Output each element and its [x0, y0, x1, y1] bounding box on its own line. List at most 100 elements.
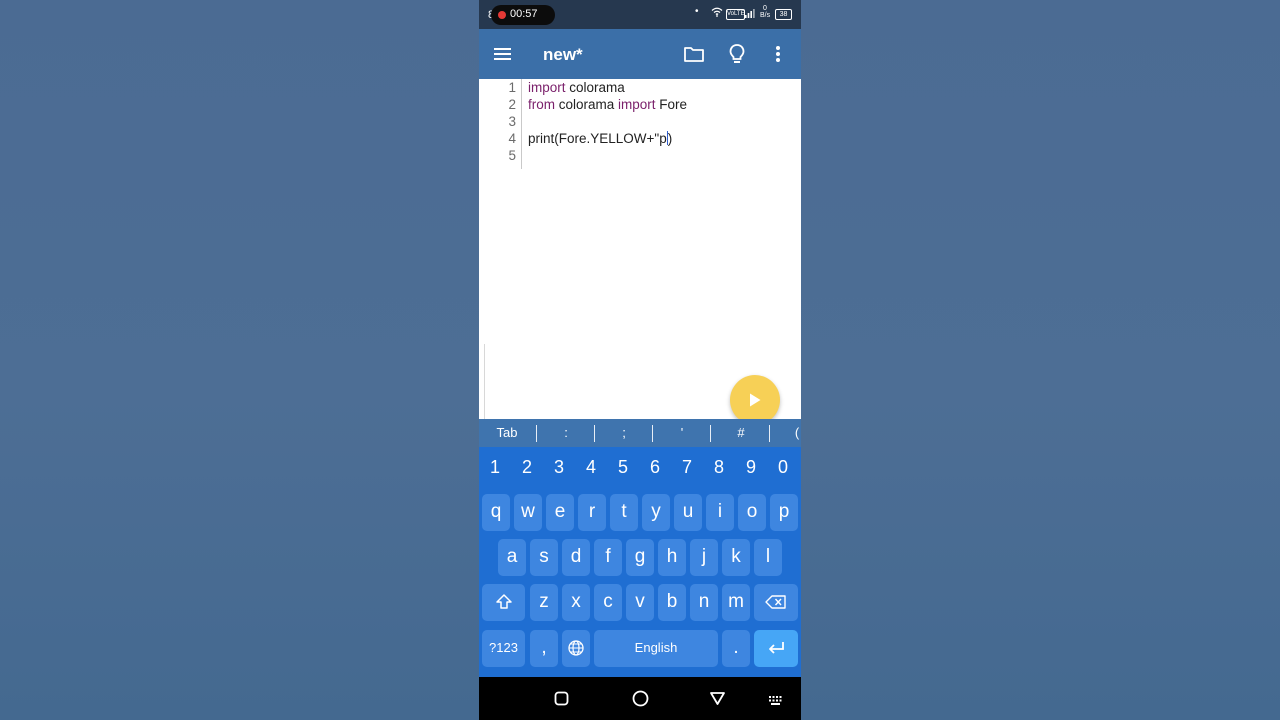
more-vert-icon[interactable]: [775, 43, 781, 65]
code-line-1[interactable]: import colorama: [528, 80, 625, 95]
key-s[interactable]: s: [530, 539, 558, 576]
keyword: import: [528, 80, 566, 95]
key-1[interactable]: 1: [479, 457, 511, 478]
code-editor[interactable]: 1 2 3 4 5 import colorama from colorama …: [479, 79, 801, 425]
key-a[interactable]: a: [498, 539, 526, 576]
key-e[interactable]: e: [546, 494, 574, 531]
key-6[interactable]: 6: [639, 457, 671, 478]
wifi-icon: [711, 7, 723, 19]
symbol-key-hash[interactable]: #: [721, 425, 761, 440]
key-h[interactable]: h: [658, 539, 686, 576]
keyboard-switch-icon[interactable]: [768, 693, 784, 711]
line-number: 4: [508, 131, 516, 146]
back-triangle-icon[interactable]: [709, 691, 726, 711]
home-circle-icon[interactable]: [632, 690, 649, 712]
recents-square-icon[interactable]: [554, 691, 569, 711]
symbol-key-tab[interactable]: Tab: [487, 425, 527, 440]
key-v[interactable]: v: [626, 584, 654, 621]
key-7[interactable]: 7: [671, 457, 703, 478]
globe-icon: [568, 640, 584, 656]
volte-badge: VoLTE: [726, 9, 745, 20]
key-8[interactable]: 8: [703, 457, 735, 478]
key-n[interactable]: n: [690, 584, 718, 621]
key-r[interactable]: r: [578, 494, 606, 531]
key-x[interactable]: x: [562, 584, 590, 621]
shift-key[interactable]: [482, 584, 525, 621]
key-d[interactable]: d: [562, 539, 590, 576]
key-0[interactable]: 0: [767, 457, 799, 478]
status-bar: 8 00:57 • VoLTE 0B/s 38: [479, 0, 801, 29]
key-l[interactable]: l: [754, 539, 782, 576]
divider: [652, 425, 653, 442]
divider: [769, 425, 770, 442]
divider: [594, 425, 595, 442]
symbol-key-paren[interactable]: (: [791, 425, 801, 440]
system-navigation-bar: [479, 677, 801, 720]
drawer-handle[interactable]: [479, 344, 485, 424]
space-key[interactable]: English: [594, 630, 718, 667]
key-4[interactable]: 4: [575, 457, 607, 478]
lightbulb-icon[interactable]: [728, 43, 746, 65]
document-title: new*: [543, 45, 583, 64]
key-u[interactable]: u: [674, 494, 702, 531]
comma-key[interactable]: ,: [530, 630, 558, 667]
key-z[interactable]: z: [530, 584, 558, 621]
divider: [710, 425, 711, 442]
line-number: 1: [508, 80, 516, 95]
run-button[interactable]: [730, 375, 780, 425]
key-p[interactable]: p: [770, 494, 798, 531]
symbol-key-semicolon[interactable]: ;: [604, 425, 644, 440]
key-m[interactable]: m: [722, 584, 750, 621]
divider: [536, 425, 537, 442]
code-text: print(Fore.YELLOW+"p: [528, 131, 667, 146]
key-i[interactable]: i: [706, 494, 734, 531]
key-b[interactable]: b: [658, 584, 686, 621]
key-5[interactable]: 5: [607, 457, 639, 478]
code-line-4[interactable]: print(Fore.YELLOW+"p): [528, 131, 672, 146]
key-q[interactable]: q: [482, 494, 510, 531]
key-g[interactable]: g: [626, 539, 654, 576]
line-number: 3: [508, 114, 516, 129]
key-2[interactable]: 2: [511, 457, 543, 478]
notification-dot-icon: •: [695, 6, 699, 17]
code-text: Fore: [655, 97, 688, 112]
screen-recording-chip[interactable]: 00:57: [491, 5, 555, 25]
hamburger-menu-icon[interactable]: [493, 45, 513, 63]
period-key[interactable]: .: [722, 630, 750, 667]
key-o[interactable]: o: [738, 494, 766, 531]
shift-icon: [495, 594, 512, 609]
network-speed-unit: B/s: [760, 12, 771, 19]
recording-time: 00:57: [510, 8, 538, 20]
key-t[interactable]: t: [610, 494, 638, 531]
phone-screen: 8 00:57 • VoLTE 0B/s 38 new*: [479, 0, 801, 720]
key-y[interactable]: y: [642, 494, 670, 531]
signal-icon: [745, 8, 755, 20]
gutter-divider: [521, 79, 522, 169]
play-icon: [750, 393, 761, 407]
symbols-key[interactable]: ?123: [482, 630, 525, 667]
keyword: from: [528, 97, 555, 112]
symbol-key-quote[interactable]: ': [662, 425, 702, 440]
backspace-key[interactable]: [754, 584, 798, 621]
battery-indicator: 38: [775, 9, 792, 20]
key-w[interactable]: w: [514, 494, 542, 531]
key-9[interactable]: 9: [735, 457, 767, 478]
line-number: 2: [508, 97, 516, 112]
key-c[interactable]: c: [594, 584, 622, 621]
key-f[interactable]: f: [594, 539, 622, 576]
code-text: colorama: [565, 80, 625, 95]
key-k[interactable]: k: [722, 539, 750, 576]
language-key[interactable]: [562, 630, 590, 667]
network-speed: 0 B/s: [760, 5, 770, 19]
enter-icon: [769, 642, 784, 654]
network-speed-value: 0: [763, 5, 767, 12]
code-line-2[interactable]: from colorama import Fore: [528, 97, 687, 112]
symbol-key-colon[interactable]: :: [546, 425, 586, 440]
folder-icon[interactable]: [683, 44, 705, 64]
key-3[interactable]: 3: [543, 457, 575, 478]
code-text: colorama: [555, 97, 619, 112]
enter-key[interactable]: [754, 630, 798, 667]
symbol-bar: Tab : ; ' # (: [479, 419, 801, 447]
key-j[interactable]: j: [690, 539, 718, 576]
backspace-icon: [765, 595, 786, 609]
